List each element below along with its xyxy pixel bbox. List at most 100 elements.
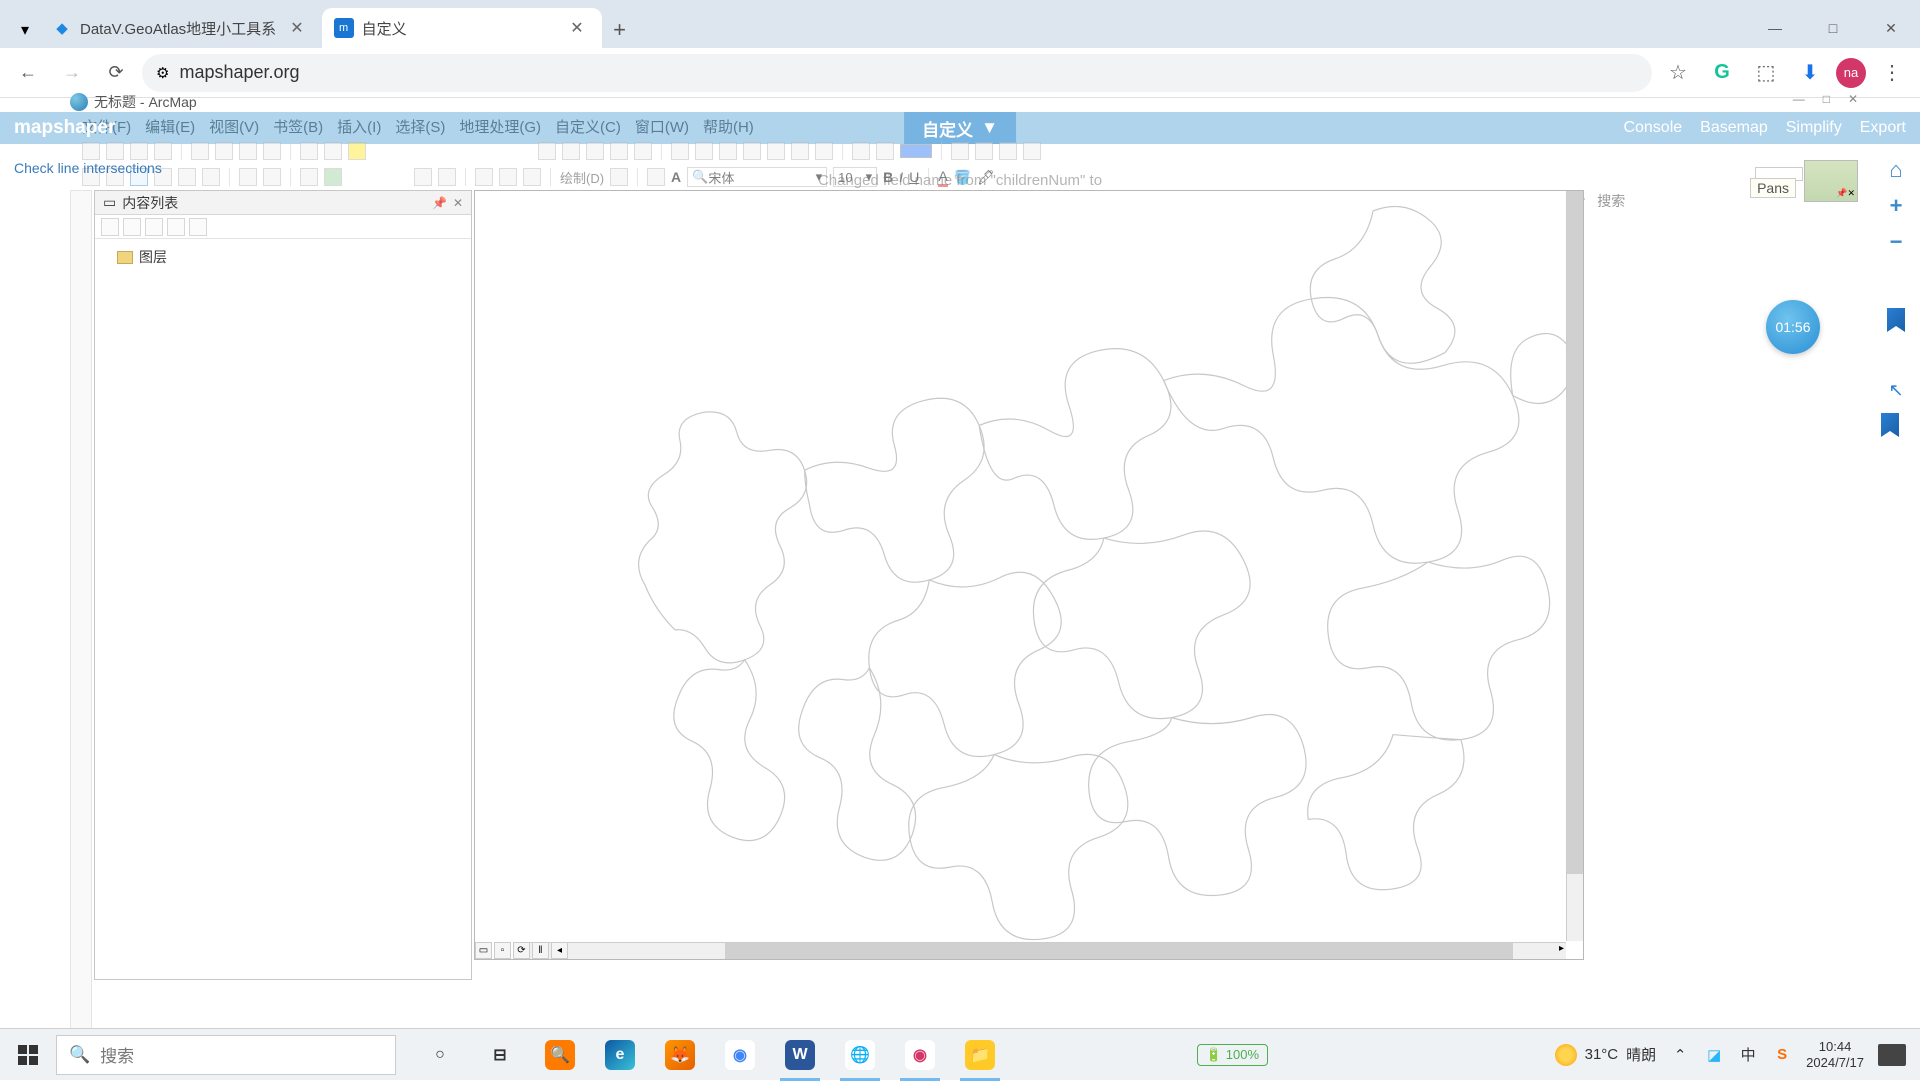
fixed-zoom-out-icon[interactable] <box>202 168 220 186</box>
highlight-color-swatch[interactable] <box>900 144 932 158</box>
bookmark-icon-2[interactable] <box>1881 413 1899 437</box>
font-name-combo[interactable]: 🔍 宋体 ▾ <box>687 167 827 187</box>
site-settings-icon[interactable]: ⚙ <box>156 64 169 82</box>
paste-icon[interactable] <box>239 142 257 160</box>
weather-widget[interactable]: 31°C 晴朗 <box>1555 1044 1657 1066</box>
layers-root-node[interactable]: 图层 <box>105 245 461 269</box>
reload-button[interactable]: ⟳ <box>98 55 134 91</box>
draw-pointer-icon[interactable] <box>610 168 628 186</box>
toc-list-by-visibility[interactable] <box>145 218 163 236</box>
tb-icon-h3[interactable] <box>999 142 1017 160</box>
delete-icon[interactable] <box>263 142 281 160</box>
find-icon[interactable] <box>414 168 432 186</box>
toc-list-by-source[interactable] <box>123 218 141 236</box>
close-button[interactable]: ✕ <box>1862 8 1920 48</box>
prev-extent-icon[interactable] <box>239 168 257 186</box>
downloads-icon[interactable]: ⬇ <box>1792 55 1828 91</box>
arcmap-maximize[interactable]: □ <box>1823 92 1830 106</box>
tb-icon-h2[interactable] <box>975 142 993 160</box>
taskbar-app-explorer[interactable]: 📁 <box>950 1029 1010 1081</box>
arcmap-minimize[interactable]: — <box>1793 92 1805 106</box>
taskbar-app-edge[interactable]: e <box>590 1029 650 1081</box>
scrollbar-thumb[interactable] <box>725 943 1513 959</box>
draw-label[interactable]: 绘制(D) <box>560 168 604 187</box>
forward-button[interactable]: → <box>54 55 90 91</box>
search-tb-icon[interactable] <box>610 142 628 160</box>
tb-icon-h4[interactable] <box>1023 142 1041 160</box>
toc-tree[interactable]: 图层 <box>95 239 471 275</box>
tb-icon-g2[interactable] <box>695 142 713 160</box>
tb-icon-g1[interactable] <box>671 142 689 160</box>
back-button[interactable]: ← <box>10 55 46 91</box>
new-doc-icon[interactable] <box>82 142 100 160</box>
redo-icon[interactable] <box>324 142 342 160</box>
maximize-button[interactable]: □ <box>1804 8 1862 48</box>
zoom-out-button[interactable]: − <box>1884 230 1908 254</box>
export-link[interactable]: Export <box>1860 119 1906 137</box>
toc-list-by-selection[interactable] <box>167 218 185 236</box>
tb2-icon-b[interactable] <box>499 168 517 186</box>
tb-icon-g6[interactable] <box>791 142 809 160</box>
notifications-button[interactable] <box>1878 1044 1906 1066</box>
taskbar-app-word[interactable]: W <box>770 1029 830 1081</box>
data-view-tab[interactable]: ▭ <box>475 942 492 959</box>
font-a-icon[interactable]: A <box>671 169 681 185</box>
profile-avatar[interactable]: na <box>1836 58 1866 88</box>
bookmark-icon[interactable] <box>1887 308 1905 332</box>
refresh-view[interactable]: ⟳ <box>513 942 530 959</box>
grammarly-icon[interactable]: G <box>1704 55 1740 91</box>
scrollbar-thumb[interactable] <box>1567 191 1583 874</box>
catalog-icon[interactable] <box>586 142 604 160</box>
taskbar-app-task-view[interactable]: ⊟ <box>470 1029 530 1081</box>
add-data-icon[interactable] <box>348 142 366 160</box>
undo-icon[interactable] <box>300 142 318 160</box>
map-vertical-scrollbar[interactable] <box>1566 191 1583 941</box>
taskbar-app-chrome2[interactable]: ◉ <box>890 1029 950 1081</box>
map-canvas[interactable]: ▸ ▭ ▫ ⟳ ‖ ◂ <box>474 190 1584 960</box>
taskbar-app-chrome[interactable]: ◉ <box>710 1029 770 1081</box>
battery-indicator[interactable]: 🔋 100% <box>1197 1044 1268 1066</box>
next-extent-icon[interactable] <box>263 168 281 186</box>
save-icon[interactable] <box>130 142 148 160</box>
arcmap-dock-bar[interactable] <box>70 190 92 1040</box>
ime-icon[interactable]: 中 <box>1738 1045 1758 1065</box>
taskbar-search[interactable]: 🔍 搜索 <box>56 1035 396 1075</box>
browser-tab-mapshaper[interactable]: m 自定义 ✕ <box>322 8 602 48</box>
tb-icon-g8[interactable] <box>852 142 870 160</box>
taskbar-clock[interactable]: 10:44 2024/7/17 <box>1806 1039 1864 1070</box>
tb-icon-g4[interactable] <box>743 142 761 160</box>
fixed-zoom-in-icon[interactable] <box>178 168 196 186</box>
simplify-link[interactable]: Simplify <box>1786 119 1842 137</box>
tb2-icon-c[interactable] <box>523 168 541 186</box>
tab-close-icon[interactable]: ✕ <box>284 16 309 40</box>
tray-chevron-icon[interactable]: ⌃ <box>1670 1045 1690 1065</box>
copy-icon[interactable] <box>215 142 233 160</box>
cursor-icon[interactable]: ↖ <box>1888 380 1903 401</box>
address-bar[interactable]: ⚙ mapshaper.org <box>142 54 1652 92</box>
minimize-button[interactable]: — <box>1746 8 1804 48</box>
console-link[interactable]: Console <box>1623 119 1682 137</box>
tray-app-icon[interactable]: ◪ <box>1704 1045 1724 1065</box>
tb-icon-g5[interactable] <box>767 142 785 160</box>
sogou-icon[interactable]: S <box>1772 1045 1792 1065</box>
toolbox-icon[interactable] <box>562 142 580 160</box>
toc-titlebar[interactable]: ▭ 内容列表 📌 ✕ <box>95 191 471 215</box>
editor-icon[interactable] <box>538 142 556 160</box>
tb-icon-g3[interactable] <box>719 142 737 160</box>
tab-close-icon[interactable]: ✕ <box>564 16 589 40</box>
identify-icon[interactable] <box>324 168 342 186</box>
draw-rect-icon[interactable] <box>647 168 665 186</box>
bookmark-star-icon[interactable]: ☆ <box>1660 55 1696 91</box>
check-intersections-link[interactable]: Check line intersections <box>14 160 162 176</box>
tb-icon-g9[interactable] <box>876 142 894 160</box>
tb-icon-h1[interactable] <box>951 142 969 160</box>
prev-view[interactable]: ◂ <box>551 942 568 959</box>
timer-widget[interactable]: 01:56 <box>1766 300 1820 354</box>
taskbar-app-cortana[interactable]: ○ <box>410 1029 470 1081</box>
chrome-menu-icon[interactable]: ⋮ <box>1874 55 1910 91</box>
cut-icon[interactable] <box>191 142 209 160</box>
tab-search-dropdown[interactable]: ▾ <box>10 12 40 48</box>
python-icon[interactable] <box>634 142 652 160</box>
taskbar-app-firefox[interactable]: 🦊 <box>650 1029 710 1081</box>
browser-tab-datav[interactable]: ◆ DataV.GeoAtlas地理小工具系 ✕ <box>40 8 322 48</box>
